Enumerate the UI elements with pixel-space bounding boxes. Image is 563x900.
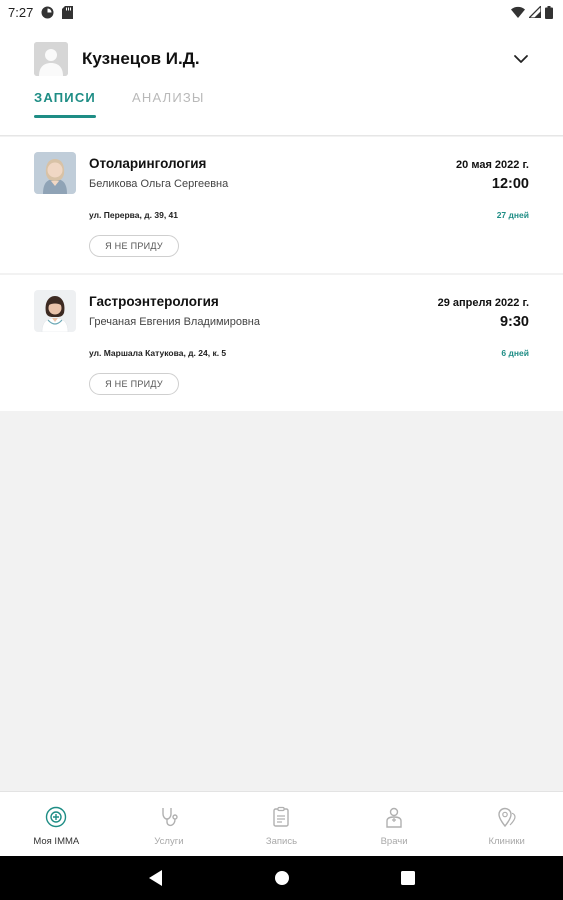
nav-item-clinics[interactable]: Клиники <box>450 792 563 856</box>
app-notification-icon <box>41 6 54 19</box>
nav-item-doctors[interactable]: Врачи <box>338 792 451 856</box>
bottom-navigation: Моя IMMA Услуги Запись Врачи Клиники <box>0 791 563 856</box>
appointment-address: ул. Маршала Катукова, д. 24, к. 5 <box>89 348 227 358</box>
appointment-date: 29 апреля 2022 г. <box>437 297 529 309</box>
appointment-list: Отоларингология Беликова Ольга Сергеевна… <box>0 137 563 413</box>
appointment-days-left: 6 дней <box>501 348 529 358</box>
map-pin-icon <box>496 806 518 828</box>
appointment-specialty: Отоларингология <box>89 156 207 171</box>
cancel-appointment-button[interactable]: Я НЕ ПРИДУ <box>89 235 179 257</box>
battery-icon <box>545 5 553 19</box>
doctor-photo <box>34 152 76 194</box>
stethoscope-icon <box>158 806 180 828</box>
sd-card-icon <box>62 5 74 19</box>
nav-label: Моя IMMA <box>33 836 80 847</box>
chevron-down-icon[interactable] <box>509 47 533 71</box>
appointment-time: 9:30 <box>499 314 529 330</box>
doctor-icon <box>383 806 405 828</box>
status-time: 7:27 <box>8 4 34 20</box>
nav-item-booking[interactable]: Запись <box>225 792 338 856</box>
nav-item-services[interactable]: Услуги <box>113 792 226 856</box>
status-left: 7:27 <box>8 4 74 20</box>
system-navigation-bar <box>0 856 563 900</box>
user-silhouette-icon <box>34 42 68 76</box>
appointment-date: 20 мая 2022 г. <box>456 159 529 171</box>
appointment-time: 12:00 <box>491 176 529 192</box>
tab-analyses[interactable]: АНАЛИЗЫ <box>132 90 205 116</box>
nav-label: Услуги <box>154 836 184 847</box>
nav-item-my-imma[interactable]: Моя IMMA <box>0 792 113 856</box>
appointment-days-left: 27 дней <box>496 210 529 220</box>
wifi-icon <box>511 6 525 18</box>
nav-label: Врачи <box>380 836 408 847</box>
nav-label: Клиники <box>488 836 525 847</box>
header: Кузнецов И.Д. ЗАПИСИ АНАЛИЗЫ <box>0 24 563 136</box>
profile-selector[interactable]: Кузнецов И.Д. <box>34 41 533 77</box>
tab-bar: ЗАПИСИ АНАЛИЗЫ <box>34 90 205 118</box>
tab-appointments[interactable]: ЗАПИСИ <box>34 90 96 118</box>
doctor-photo <box>34 290 76 332</box>
recents-icon[interactable] <box>398 868 418 888</box>
appointment-card[interactable]: Гастроэнтерология Гречаная Евгения Влади… <box>0 275 563 413</box>
appointment-doctor: Гречаная Евгения Владимировна <box>89 316 260 328</box>
back-icon[interactable] <box>146 868 166 888</box>
signal-icon <box>529 6 541 18</box>
home-icon <box>45 806 67 828</box>
appointment-address: ул. Перерва, д. 39, 41 <box>89 210 179 220</box>
home-button-icon[interactable] <box>272 868 292 888</box>
cancel-appointment-button[interactable]: Я НЕ ПРИДУ <box>89 373 179 395</box>
nav-label: Запись <box>265 836 298 847</box>
appointment-card[interactable]: Отоларингология Беликова Ольга Сергеевна… <box>0 137 563 275</box>
avatar <box>34 42 68 76</box>
status-right <box>511 5 553 19</box>
appointment-specialty: Гастроэнтерология <box>89 294 219 309</box>
appointment-doctor: Беликова Ольга Сергеевна <box>89 178 229 190</box>
profile-name: Кузнецов И.Д. <box>82 49 200 68</box>
clipboard-icon <box>270 806 292 828</box>
status-bar: 7:27 <box>0 0 563 24</box>
